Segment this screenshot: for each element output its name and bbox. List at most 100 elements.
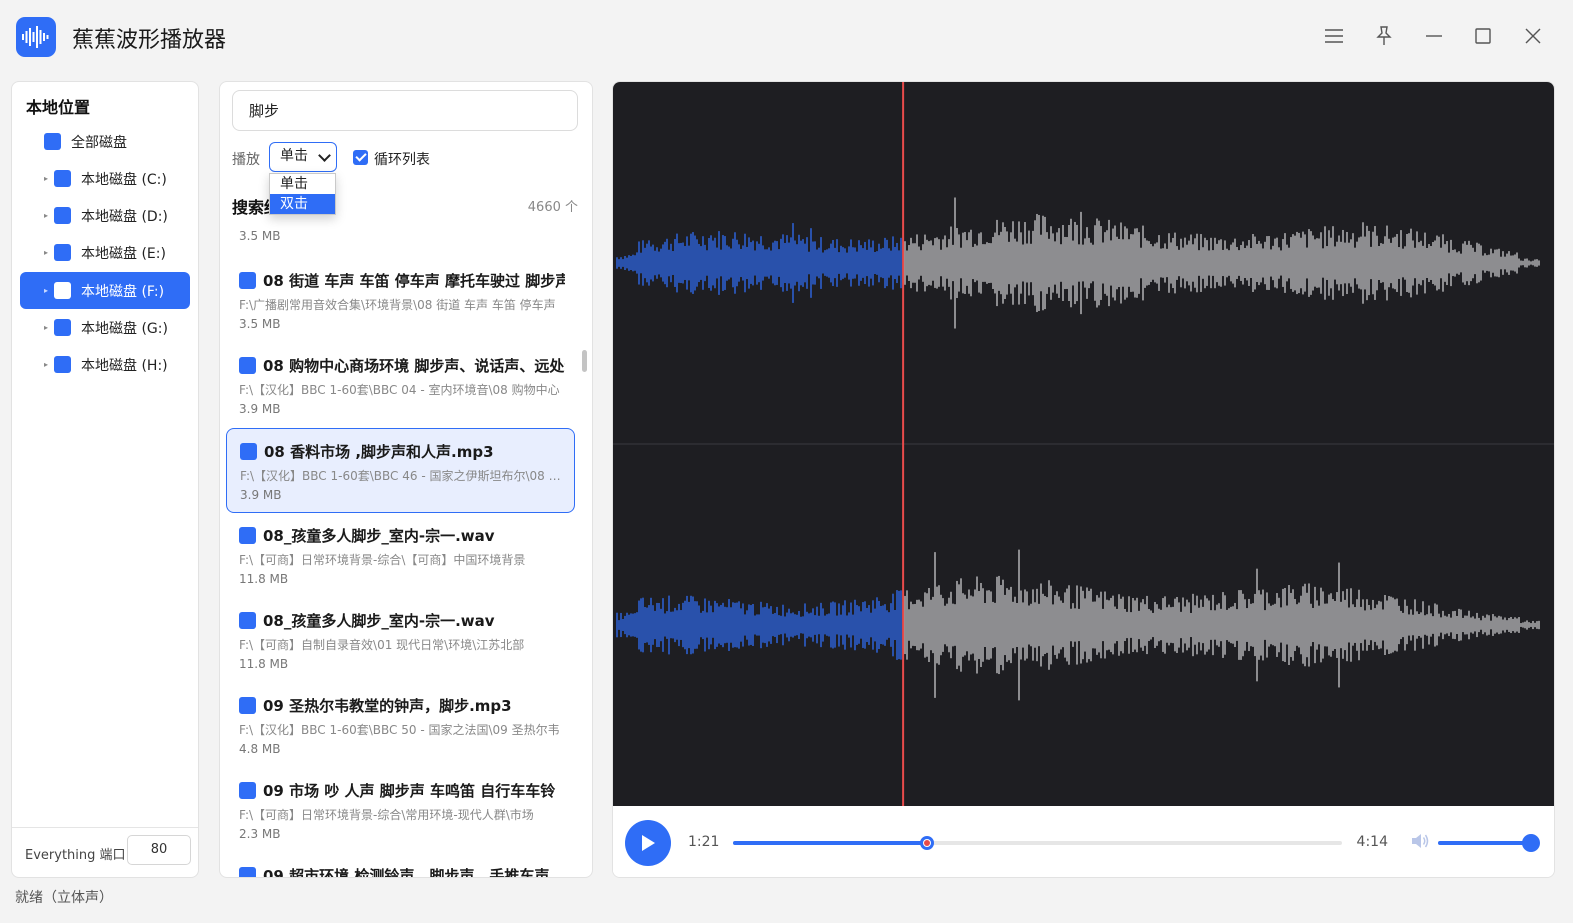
total-time: 4:14	[1356, 834, 1388, 850]
file-path: F:\【可商】自制自录音效\01 现代日常\环境\江苏北部	[239, 638, 525, 652]
result-list-scrollbar[interactable]	[582, 350, 587, 372]
play-button[interactable]	[625, 820, 671, 866]
progress-handle[interactable]	[920, 836, 935, 850]
file-checkbox[interactable]	[240, 443, 257, 460]
file-item[interactable]: 09 市场 吵 人声 脚步声 车鸣笛 自行车车铃 F:\【可商】日常环境背景-综…	[226, 768, 575, 853]
disk-g-checkbox[interactable]	[54, 319, 71, 336]
disk-c-checkbox[interactable]	[54, 170, 71, 187]
file-size: 3.5 MB	[239, 229, 281, 243]
maximize-button[interactable]	[1469, 22, 1497, 50]
file-item[interactable]: 08_孩童多人脚步_室内-宗一.wav F:\【可商】日常环境背景-综合\【可商…	[226, 513, 575, 598]
file-checkbox[interactable]	[239, 527, 256, 544]
close-icon	[1525, 28, 1541, 44]
title-bar: 蕉蕉波形播放器	[0, 0, 1573, 72]
file-item[interactable]: 08 购物中心商场环境 脚步声、说话声、远处音乐 F:\【汉化】BBC 1-60…	[226, 343, 575, 428]
file-path: F:\【汉化】BBC 1-60套\BBC 46 - 国家之伊斯坦布尔\08 香料	[240, 469, 566, 483]
dropdown-option-double[interactable]: 双击	[270, 194, 335, 214]
waveform-view[interactable]	[613, 82, 1555, 806]
play-mode-select[interactable]: 单击	[269, 142, 337, 172]
file-path: F:\广播剧常用音效合集\环境背景\08 街道 车声 车笛 停车声	[239, 298, 556, 312]
volume-slider[interactable]	[1438, 834, 1540, 852]
file-size: 3.5 MB	[239, 317, 281, 331]
menu-button[interactable]	[1320, 22, 1348, 50]
tree-item-label: 本地磁盘 (H:)	[81, 357, 168, 374]
expand-arrow-icon[interactable]: ▸	[44, 286, 54, 295]
tree-item-label: 本地磁盘 (G:)	[81, 320, 168, 337]
file-name: 09 市场 吵 人声 脚步声 车鸣笛 自行车车铃	[263, 782, 556, 800]
status-bar: 就绪（立体声）	[15, 890, 113, 906]
file-item-selected[interactable]: 08 香料市场 ,脚步声和人声.mp3 F:\【汉化】BBC 1-60套\BBC…	[226, 428, 575, 513]
tree-item-label: 本地磁盘 (C:)	[81, 171, 167, 188]
file-item[interactable]: 08 街道 车声 车笛 停车声 摩托车驶过 脚步声 F:\广播剧常用音效合集\环…	[226, 258, 575, 343]
file-checkbox[interactable]	[239, 782, 256, 799]
file-path: F:\【可商】日常环境背景-综合\常用环境-现代人群\市场	[239, 808, 534, 822]
file-size: 2.3 MB	[239, 827, 281, 841]
waveform-app-icon	[16, 17, 56, 57]
search-input[interactable]: 脚步	[232, 90, 578, 131]
file-checkbox[interactable]	[239, 697, 256, 714]
tree-item-all-disks[interactable]: 全部磁盘	[20, 123, 190, 160]
location-panel: 本地位置 全部磁盘 ▸ 本地磁盘 (C:) ▸ 本地磁盘 (D:) ▸ 本地磁盘…	[11, 81, 199, 878]
expand-arrow-icon[interactable]: ▸	[44, 248, 54, 257]
file-name: 08_孩童多人脚步_室内-宗一.wav	[263, 527, 495, 545]
play-icon	[642, 835, 655, 851]
file-checkbox[interactable]	[239, 272, 256, 289]
tree-item-disk-d[interactable]: ▸ 本地磁盘 (D:)	[20, 197, 190, 234]
waveform-canvas[interactable]	[613, 82, 1555, 806]
tree-item-disk-h[interactable]: ▸ 本地磁盘 (H:)	[20, 346, 190, 383]
volume-icon[interactable]	[1410, 832, 1430, 854]
disk-d-checkbox[interactable]	[54, 207, 71, 224]
dropdown-option-single[interactable]: 单击	[270, 174, 335, 194]
volume-handle[interactable]	[1522, 834, 1540, 852]
menu-icon	[1325, 29, 1343, 43]
disk-f-checkbox[interactable]	[54, 282, 71, 299]
tree-item-disk-c[interactable]: ▸ 本地磁盘 (C:)	[20, 160, 190, 197]
close-button[interactable]	[1519, 22, 1547, 50]
file-name: 09 圣热尔韦教堂的钟声，脚步.mp3	[263, 697, 512, 715]
file-checkbox[interactable]	[239, 867, 256, 877]
result-list[interactable]: 3.5 MB 08 街道 车声 车笛 停车声 摩托车驶过 脚步声 F:\广播剧常…	[220, 220, 592, 878]
tree-item-disk-e[interactable]: ▸ 本地磁盘 (E:)	[20, 234, 190, 271]
file-path: F:\【汉化】BBC 1-60套\BBC 04 - 室内环境音\08 购物中心	[239, 383, 560, 397]
chevron-down-icon	[318, 149, 331, 162]
disk-e-checkbox[interactable]	[54, 244, 71, 261]
file-name: 08 街道 车声 车笛 停车声 摩托车驶过 脚步声	[263, 272, 565, 290]
file-size: 3.9 MB	[239, 402, 281, 416]
tree-item-disk-f[interactable]: ▸ 本地磁盘 (F:)	[20, 272, 190, 309]
all-disks-checkbox[interactable]	[44, 133, 61, 150]
left-channel-wave	[616, 197, 1540, 329]
file-checkbox[interactable]	[239, 612, 256, 629]
right-channel-wave	[616, 549, 1540, 701]
file-name: 09 超市环境 检测铃声、脚步声、手推车声	[263, 867, 550, 878]
file-path: F:\【汉化】BBC 1-60套\BBC 50 - 国家之法国\09 圣热尔韦	[239, 723, 560, 737]
file-item[interactable]: 09 圣热尔韦教堂的钟声，脚步.mp3 F:\【汉化】BBC 1-60套\BBC…	[226, 683, 575, 768]
tree-item-label: 本地磁盘 (D:)	[81, 208, 168, 225]
disk-h-checkbox[interactable]	[54, 356, 71, 373]
play-mode-value: 单击	[280, 148, 308, 164]
minimize-button[interactable]	[1420, 22, 1448, 50]
result-count: 4660 个	[527, 200, 578, 215]
expand-arrow-icon[interactable]: ▸	[44, 174, 54, 183]
play-mode-label: 播放	[232, 152, 260, 168]
loop-list-checkbox[interactable]	[353, 150, 368, 165]
file-checkbox[interactable]	[239, 357, 256, 374]
file-name: 08_孩童多人脚步_室内-宗一.wav	[263, 612, 495, 630]
progress-fill	[733, 841, 928, 845]
expand-arrow-icon[interactable]: ▸	[44, 360, 54, 369]
file-item[interactable]: 08_孩童多人脚步_室内-宗一.wav F:\【可商】自制自录音效\01 现代日…	[226, 598, 575, 683]
player-panel: 1:21 4:14	[612, 81, 1555, 878]
expand-arrow-icon[interactable]: ▸	[44, 323, 54, 332]
current-time: 1:21	[688, 834, 720, 850]
tree-item-label: 本地磁盘 (E:)	[81, 245, 166, 262]
progress-slider[interactable]	[733, 836, 1342, 850]
expand-arrow-icon[interactable]: ▸	[44, 211, 54, 220]
port-input[interactable]: 80	[127, 835, 191, 865]
player-controls: 1:21 4:14	[613, 806, 1554, 877]
tree-item-label: 本地磁盘 (F:)	[81, 283, 165, 300]
file-size: 11.8 MB	[239, 572, 289, 586]
tree-item-disk-g[interactable]: ▸ 本地磁盘 (G:)	[20, 309, 190, 346]
file-item[interactable]: 09 超市环境 检测铃声、脚步声、手推车声	[226, 853, 575, 878]
app-title: 蕉蕉波形播放器	[72, 28, 227, 53]
pin-button[interactable]	[1370, 22, 1398, 50]
tree-item-label: 全部磁盘	[71, 134, 127, 151]
